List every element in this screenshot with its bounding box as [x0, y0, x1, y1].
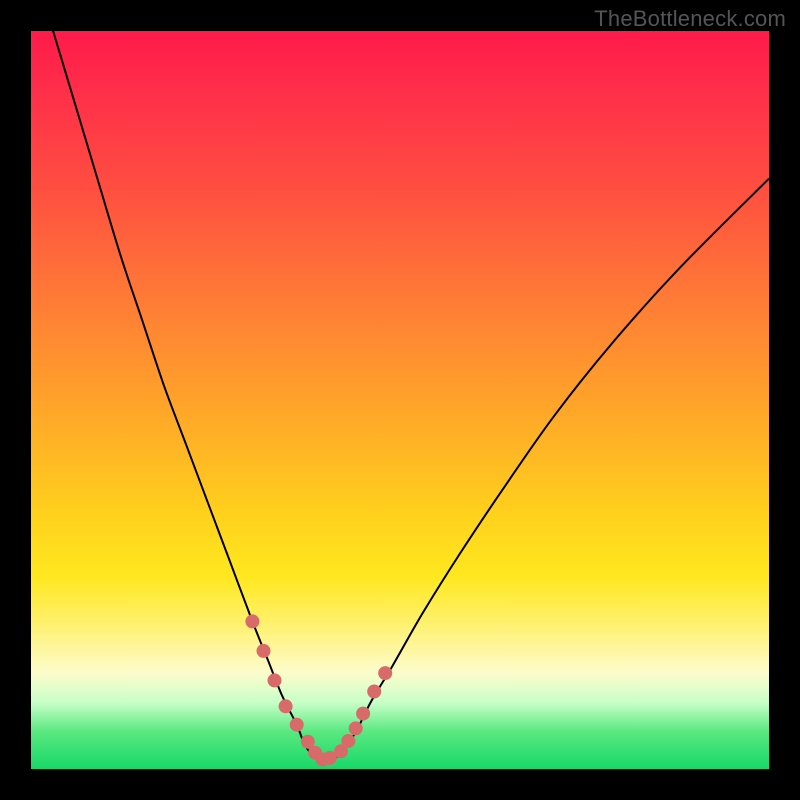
curve-svg [31, 31, 769, 769]
curve-line [31, 31, 769, 762]
bottleneck-curve [31, 31, 769, 762]
marker-dot [290, 718, 304, 732]
marker-dot [356, 707, 370, 721]
chart-area [31, 31, 769, 769]
marker-dot [279, 699, 293, 713]
marker-dot [341, 734, 355, 748]
optimal-region-markers [245, 614, 392, 766]
marker-dot [367, 685, 381, 699]
marker-dot [268, 673, 282, 687]
marker-dot [257, 644, 271, 658]
marker-dot [378, 666, 392, 680]
watermark-text: TheBottleneck.com [594, 6, 786, 32]
marker-dot [349, 721, 363, 735]
marker-dot [245, 614, 259, 628]
